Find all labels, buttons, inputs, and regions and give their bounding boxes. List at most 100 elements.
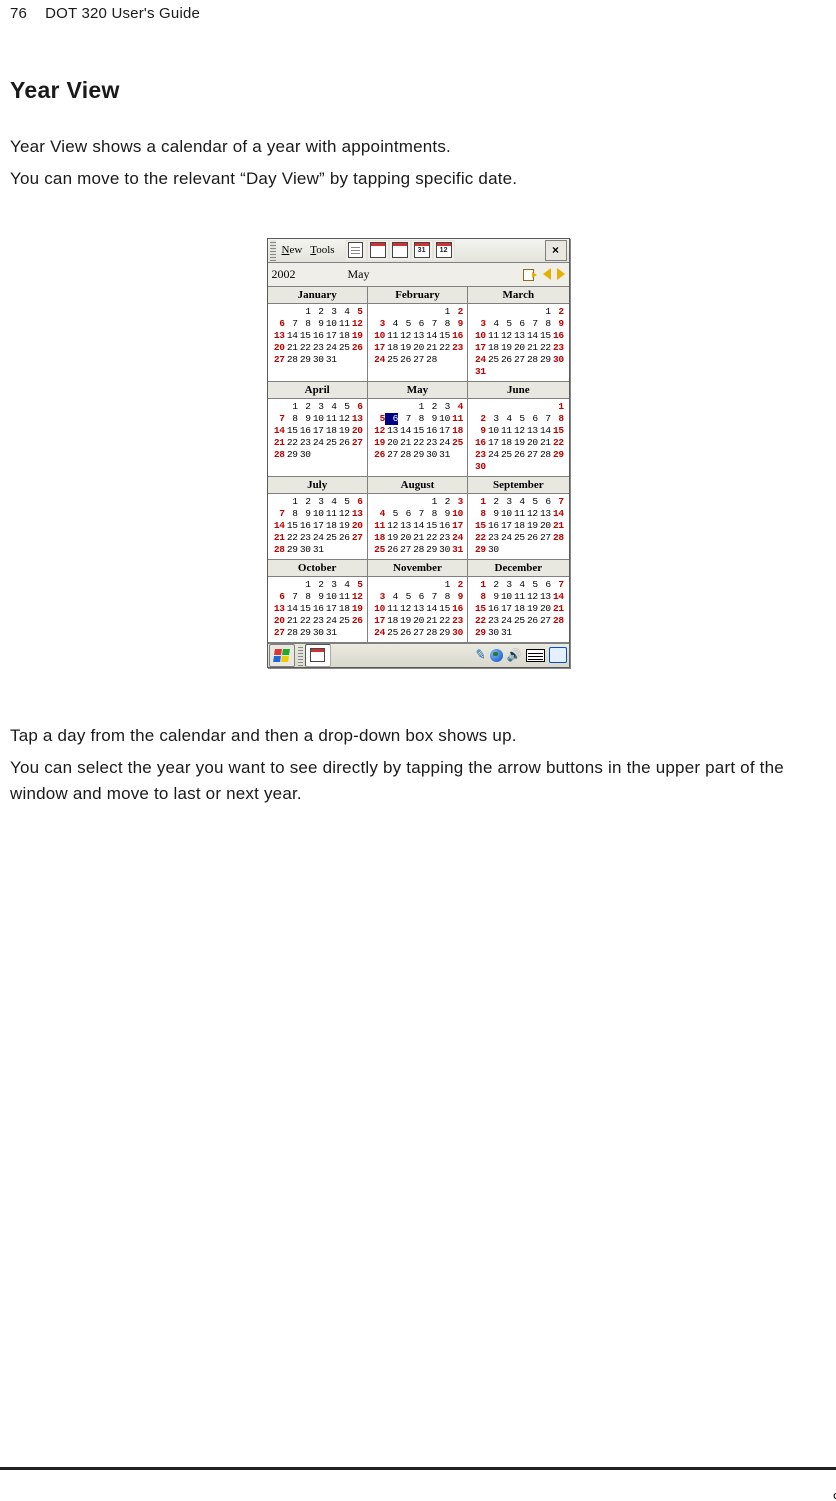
day-cell[interactable]: 13 xyxy=(411,603,424,615)
day-cell[interactable]: 20 xyxy=(272,342,285,354)
day-cell[interactable]: 19 xyxy=(525,603,538,615)
menu-new[interactable]: New xyxy=(278,244,307,256)
day-cell[interactable]: 1 xyxy=(473,579,486,591)
keyboard-icon[interactable] xyxy=(526,649,545,662)
day-cell[interactable]: 30 xyxy=(424,449,437,461)
day-cell[interactable]: 26 xyxy=(398,354,411,366)
day-cell[interactable]: 3 xyxy=(372,318,385,330)
day-cell[interactable]: 28 xyxy=(398,449,411,461)
day-cell[interactable]: 12 xyxy=(525,508,538,520)
day-cell[interactable]: 31 xyxy=(499,627,512,639)
day-cell[interactable]: 5 xyxy=(337,401,350,413)
day-cell[interactable]: 9 xyxy=(486,508,499,520)
day-cell[interactable]: 19 xyxy=(398,342,411,354)
day-cell[interactable]: 18 xyxy=(486,342,499,354)
day-cell[interactable]: 19 xyxy=(337,425,350,437)
day-cell[interactable]: 14 xyxy=(525,330,538,342)
month-view-button[interactable] xyxy=(389,240,411,261)
day-cell[interactable]: 24 xyxy=(311,532,324,544)
day-cell[interactable]: 2 xyxy=(486,496,499,508)
day-cell[interactable]: 21 xyxy=(272,532,285,544)
month-header[interactable]: August xyxy=(368,477,467,494)
day-cell[interactable]: 31 xyxy=(311,544,324,556)
day-cell[interactable]: 27 xyxy=(525,449,538,461)
calendar-app-button[interactable]: C xyxy=(305,644,331,667)
day-cell[interactable]: 2 xyxy=(473,413,486,425)
day-cell[interactable]: 16 xyxy=(298,520,311,532)
day-cell[interactable]: 2 xyxy=(437,496,450,508)
day-cell[interactable]: 11 xyxy=(385,330,398,342)
day-cell[interactable]: 5 xyxy=(350,306,363,318)
day-cell[interactable]: 7 xyxy=(424,591,437,603)
day-cell[interactable]: 26 xyxy=(499,354,512,366)
day-cell[interactable]: 8 xyxy=(411,413,424,425)
day-cell[interactable]: 18 xyxy=(337,330,350,342)
day-cell[interactable]: 11 xyxy=(337,318,350,330)
day-cell[interactable]: 10 xyxy=(486,425,499,437)
day-cell[interactable]: 12 xyxy=(512,425,525,437)
month-header[interactable]: December xyxy=(468,560,568,577)
day-cell[interactable]: 28 xyxy=(285,627,298,639)
day-cell[interactable]: 13 xyxy=(512,330,525,342)
year-view-button[interactable]: 12 xyxy=(433,240,455,261)
day-cell[interactable]: 16 xyxy=(298,425,311,437)
day-cell[interactable]: 17 xyxy=(437,425,450,437)
day-cell[interactable]: 22 xyxy=(473,615,486,627)
day-cell[interactable]: 8 xyxy=(473,508,486,520)
day-cell[interactable]: 9 xyxy=(450,591,463,603)
day-cell[interactable]: 29 xyxy=(473,627,486,639)
day-cell[interactable]: 4 xyxy=(337,306,350,318)
day-cell[interactable]: 27 xyxy=(538,615,551,627)
day-cell[interactable]: 27 xyxy=(385,449,398,461)
day-cell[interactable]: 30 xyxy=(486,544,499,556)
day-cell[interactable]: 8 xyxy=(538,318,551,330)
day-cell[interactable]: 9 xyxy=(424,413,437,425)
day-cell[interactable]: 21 xyxy=(525,342,538,354)
day-cell[interactable]: 16 xyxy=(486,603,499,615)
day-cell[interactable]: 28 xyxy=(525,354,538,366)
day-cell[interactable]: 13 xyxy=(385,425,398,437)
network-globe-icon[interactable] xyxy=(490,649,503,662)
day-cell[interactable]: 6 xyxy=(538,496,551,508)
day-cell[interactable]: 5 xyxy=(337,496,350,508)
day-cell[interactable]: 8 xyxy=(298,591,311,603)
day-cell[interactable]: 25 xyxy=(499,449,512,461)
month-header[interactable]: November xyxy=(368,560,467,577)
day-cell[interactable]: 18 xyxy=(385,615,398,627)
day-cell[interactable]: 7 xyxy=(551,496,564,508)
day-cell[interactable]: 14 xyxy=(285,603,298,615)
day-cell[interactable]: 20 xyxy=(411,342,424,354)
day-cell[interactable]: 25 xyxy=(512,532,525,544)
day-cell[interactable]: 8 xyxy=(424,508,437,520)
day-cell[interactable]: 17 xyxy=(499,520,512,532)
day-cell[interactable]: 25 xyxy=(337,342,350,354)
month-header[interactable]: July xyxy=(268,477,367,494)
day-cell[interactable]: 12 xyxy=(350,318,363,330)
day-cell[interactable]: 27 xyxy=(512,354,525,366)
day-cell[interactable]: 27 xyxy=(411,354,424,366)
day-cell[interactable]: 20 xyxy=(411,615,424,627)
day-cell[interactable]: 29 xyxy=(437,627,450,639)
day-cell[interactable]: 11 xyxy=(324,508,337,520)
day-cell[interactable]: 18 xyxy=(512,520,525,532)
day-cell[interactable]: 4 xyxy=(499,413,512,425)
day-cell[interactable]: 7 xyxy=(285,318,298,330)
day-cell[interactable]: 23 xyxy=(311,615,324,627)
day-cell[interactable]: 28 xyxy=(424,627,437,639)
day-cell[interactable]: 4 xyxy=(372,508,385,520)
day-cell[interactable]: 27 xyxy=(272,354,285,366)
day-cell[interactable]: 16 xyxy=(551,330,564,342)
day-cell[interactable]: 15 xyxy=(424,520,437,532)
day-cell[interactable]: 28 xyxy=(272,544,285,556)
month-header[interactable]: April xyxy=(268,382,367,399)
day-cell[interactable]: 14 xyxy=(411,520,424,532)
day-cell[interactable]: 10 xyxy=(311,413,324,425)
day-cell[interactable]: 7 xyxy=(525,318,538,330)
day-cell[interactable]: 17 xyxy=(473,342,486,354)
day-cell[interactable]: 23 xyxy=(473,449,486,461)
day-cell[interactable]: 4 xyxy=(512,579,525,591)
day-cell[interactable]: 26 xyxy=(512,449,525,461)
day-cell[interactable]: 2 xyxy=(298,401,311,413)
day-cell[interactable]: 30 xyxy=(298,544,311,556)
day-cell[interactable]: 24 xyxy=(372,627,385,639)
